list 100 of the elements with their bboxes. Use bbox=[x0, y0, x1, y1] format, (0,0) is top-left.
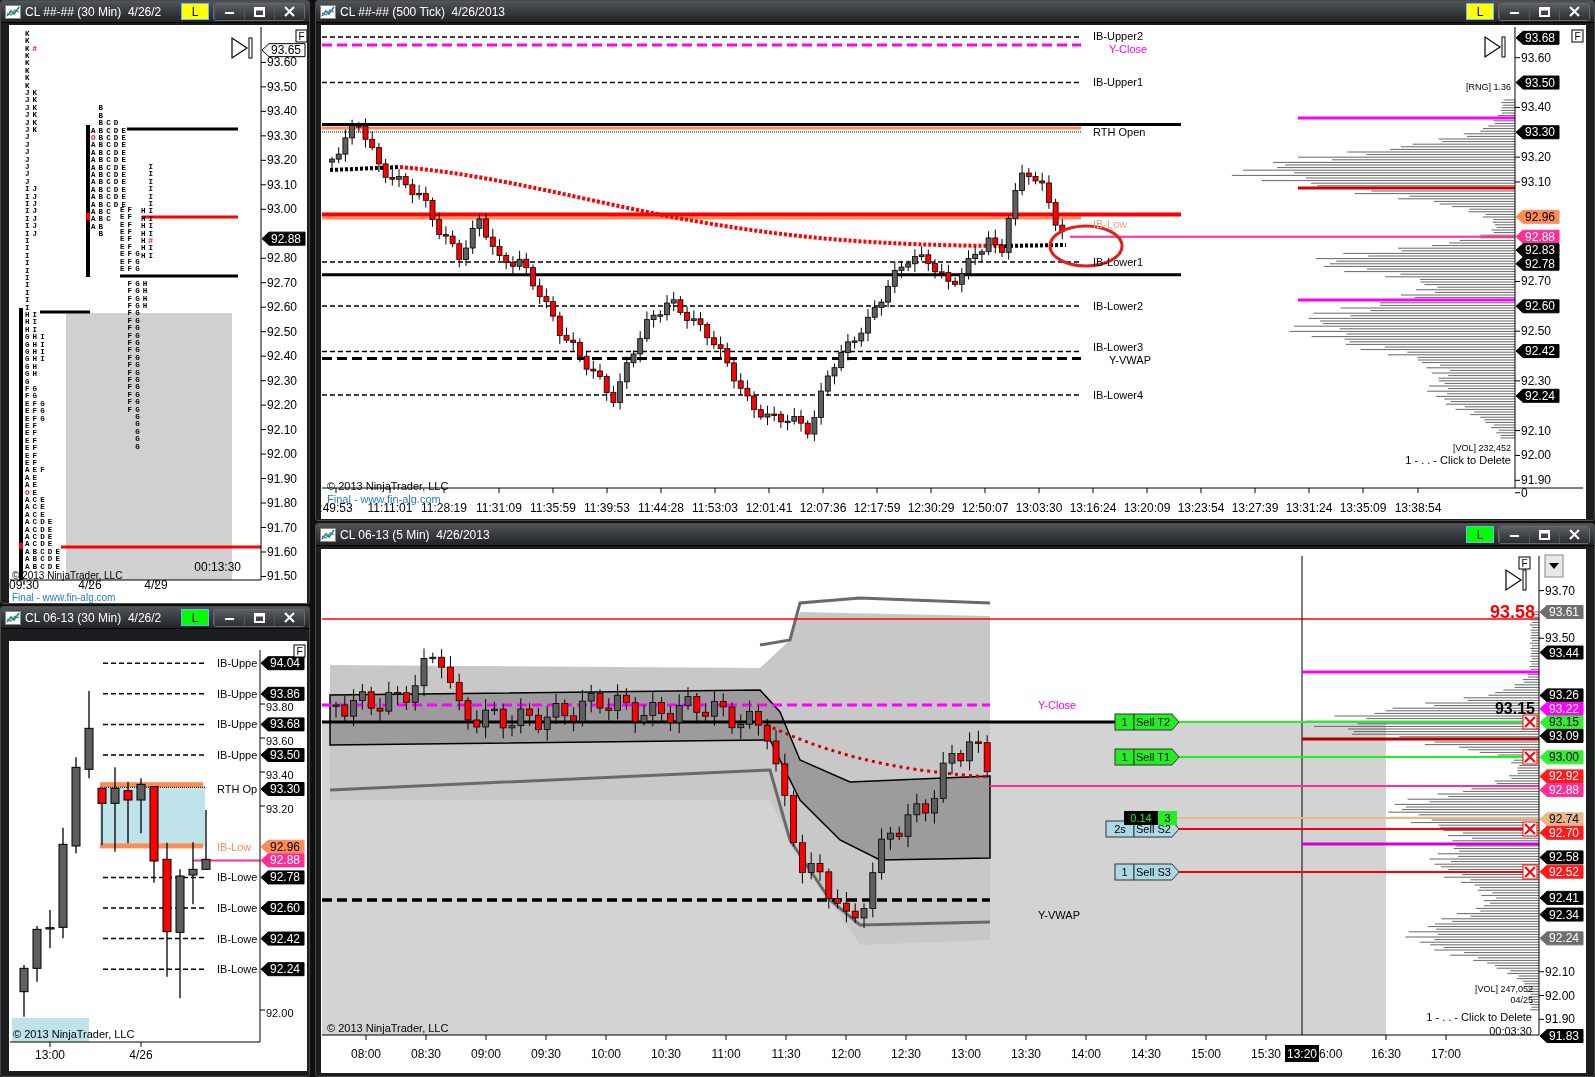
window-title: CL 06-13 (5 Min) 4/26/2013 bbox=[340, 526, 490, 544]
price-tag: 93.15 bbox=[1539, 715, 1584, 730]
window-title: CL ##-## (30 Min) 4/26/2 bbox=[25, 3, 162, 21]
price-tag: 92.88 bbox=[261, 231, 306, 246]
price-tag: 92.88 bbox=[1539, 782, 1584, 797]
link-button[interactable]: L bbox=[181, 609, 209, 626]
time-label: 10:30 bbox=[651, 1047, 681, 1061]
link-button[interactable]: L bbox=[1466, 526, 1494, 543]
chart-option-button[interactable]: F bbox=[1571, 29, 1584, 43]
price-label: 92.50 bbox=[1521, 324, 1552, 339]
price-label: 92.00 bbox=[266, 1006, 294, 1019]
time-label: 11:44:28 bbox=[638, 501, 684, 515]
price-label: 93.58 bbox=[1489, 602, 1535, 622]
cursor-time-label: 13:20 bbox=[1285, 1045, 1319, 1062]
line-label: IB-Lower4 bbox=[1093, 389, 1144, 401]
price-label: 91.90 bbox=[267, 471, 298, 486]
time-label: 11:00 bbox=[711, 1047, 741, 1061]
line-label: Y-VWAP bbox=[1038, 909, 1080, 921]
time-label: 09:30 bbox=[9, 578, 39, 592]
line-label: IB-Lower3 bbox=[1093, 341, 1144, 353]
chart-note: © 2013 NinjaTrader, LLC bbox=[327, 1022, 449, 1034]
price-label: 92.00 bbox=[1521, 448, 1552, 463]
time-label: 11:30 bbox=[771, 1047, 801, 1061]
price-tag: 93.50 bbox=[1515, 75, 1560, 90]
price-tag: 91.83 bbox=[1539, 1029, 1584, 1044]
price-tag: 92.60 bbox=[1515, 299, 1560, 314]
chart-option-button[interactable]: F bbox=[295, 29, 307, 43]
price-label: 91.60 bbox=[267, 545, 298, 559]
time-label: 12:00 bbox=[831, 1047, 861, 1061]
price-tag: 92.52 bbox=[1539, 864, 1584, 879]
chart-option-button[interactable]: F bbox=[1518, 556, 1531, 570]
price-tag: 93.50 bbox=[260, 748, 305, 762]
price-tag: 92.96 bbox=[260, 839, 305, 854]
time-label: 12:50:07 bbox=[961, 501, 1009, 515]
time-label: 13:00 bbox=[951, 1047, 981, 1061]
line-label: IB-Upper1 bbox=[1093, 76, 1144, 88]
price-tag: 93.68 bbox=[1515, 30, 1560, 45]
price-tag: 92.60 bbox=[260, 901, 305, 915]
line-label: RTH Open bbox=[1093, 126, 1146, 138]
line-label: IB-Lower2 bbox=[1093, 300, 1144, 312]
price-label: 93.20 bbox=[266, 802, 294, 815]
link-button[interactable]: L bbox=[1466, 3, 1494, 20]
price-tag: 92.58 bbox=[1539, 850, 1584, 865]
chart-option-button[interactable]: F bbox=[293, 644, 306, 658]
price-label: 91.80 bbox=[267, 496, 298, 511]
price-tag: 93.44 bbox=[1539, 645, 1584, 660]
time-label: 12:30 bbox=[891, 1047, 921, 1061]
line-label: IB-Low bbox=[217, 840, 252, 853]
price-label: 93.10 bbox=[267, 177, 298, 192]
price-label: 93.60 bbox=[1521, 50, 1552, 65]
time-label: 13:31:24 bbox=[1285, 501, 1333, 515]
price-label: 92.10 bbox=[267, 422, 298, 437]
footer-link[interactable]: Final - www.fin-alg.com bbox=[12, 591, 116, 603]
line-label: IB-Lowe bbox=[217, 902, 258, 914]
time-label: 09:00 bbox=[471, 1047, 501, 1061]
chart-note: 1 - . . - Click to Delete bbox=[1426, 1011, 1532, 1023]
price-label: 91.90 bbox=[1545, 1012, 1576, 1027]
price-label: 92.40 bbox=[267, 349, 298, 364]
time-label: 12:17:59 bbox=[853, 501, 901, 515]
price-tag: 92.78 bbox=[260, 870, 305, 885]
time-label: 12:01:41 bbox=[745, 501, 793, 515]
link-button[interactable]: L bbox=[181, 3, 209, 20]
price-tag: 92.34 bbox=[1539, 907, 1584, 922]
time-label: 6:00 bbox=[1319, 1047, 1343, 1061]
price-label: 92.60 bbox=[267, 300, 298, 315]
time-label: 13:35:09 bbox=[1339, 501, 1387, 515]
time-label: 11:31:09 bbox=[476, 501, 522, 515]
time-label: 12:07:36 bbox=[799, 501, 847, 515]
time-label: 14:30 bbox=[1131, 1047, 1161, 1061]
price-tag: 92.24 bbox=[1539, 931, 1584, 946]
price-label: 91.90 bbox=[1521, 473, 1552, 488]
price-label: 91.50 bbox=[267, 569, 298, 584]
chart-note: © 2013 NinjaTrader, LLC bbox=[327, 480, 449, 492]
price-tag: 92.88 bbox=[260, 853, 305, 868]
price-label: 93.20 bbox=[267, 153, 298, 168]
price-label: 92.30 bbox=[267, 373, 298, 388]
price-label: 92.10 bbox=[1521, 423, 1552, 438]
chart-note: [VOL] 232,452 bbox=[1452, 443, 1511, 453]
time-label: 13:03:30 bbox=[1015, 501, 1063, 515]
time-label: 10:00 bbox=[591, 1047, 621, 1061]
time-label: 4/26 bbox=[78, 578, 102, 592]
window-title: CL ##-## (500 Tick) 4/26/2013 bbox=[340, 3, 505, 21]
line-label: Y-Close bbox=[1109, 43, 1148, 55]
line-label: IB-Upper2 bbox=[1093, 30, 1144, 42]
chart-note: 00:13:30 bbox=[194, 560, 241, 574]
time-label: 12:30:29 bbox=[907, 501, 955, 515]
price-label: 93.40 bbox=[267, 104, 298, 119]
chart-note: [RNG] 1.36 bbox=[1465, 82, 1511, 92]
time-label: 14:00 bbox=[1071, 1047, 1101, 1061]
price-label: 92.20 bbox=[267, 398, 298, 413]
price-tag: 93.26 bbox=[1539, 688, 1584, 703]
time-label: 13:23:54 bbox=[1177, 501, 1225, 515]
price-tag: 92.92 bbox=[1539, 769, 1584, 784]
line-label: IB-Uppe bbox=[217, 749, 258, 761]
price-label: 92.70 bbox=[1521, 274, 1552, 289]
time-label: 13:38:54 bbox=[1394, 501, 1442, 515]
time-label: 17:00 bbox=[1431, 1047, 1461, 1061]
time-label: 09:30 bbox=[531, 1047, 561, 1061]
chart-note: [VOL] 247,052 bbox=[1474, 984, 1533, 994]
price-tag: 92.70 bbox=[1539, 825, 1584, 840]
